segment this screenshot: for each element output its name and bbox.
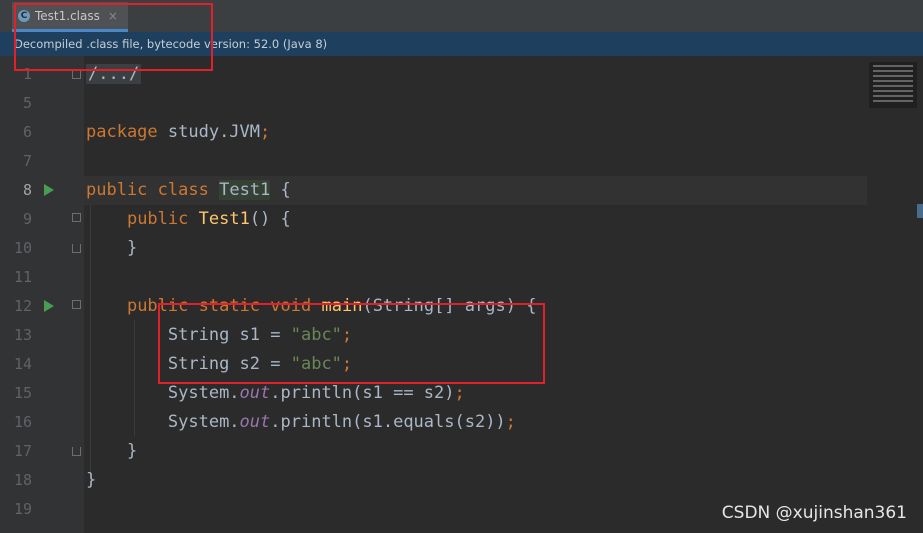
code-line-6: 6 package study.JVM; <box>0 118 923 147</box>
line-number: 17 <box>13 442 32 460</box>
line-number: 10 <box>13 239 32 257</box>
line-number: 8 <box>22 181 32 199</box>
code-line-16: 16 System.out.println(s1.equals(s2)); <box>0 408 923 437</box>
line-number: 16 <box>13 413 32 431</box>
run-main-icon[interactable] <box>44 300 54 312</box>
fold-collapse-icon[interactable] <box>72 300 81 309</box>
line-number: 18 <box>13 471 32 489</box>
fold-expand-icon[interactable] <box>72 70 81 79</box>
fold-end-icon[interactable] <box>72 447 81 456</box>
annotation-box-tab <box>14 3 213 71</box>
code-line-17: 17 } <box>0 437 923 466</box>
line-number: 7 <box>22 152 32 170</box>
line-number: 6 <box>22 123 32 141</box>
fold-collapse-icon[interactable] <box>72 213 81 222</box>
code-line-10: 10 } <box>0 234 923 263</box>
code-line-8: 8 public class Test1 { <box>0 176 923 205</box>
run-class-icon[interactable] <box>44 184 54 196</box>
code-line-11: 11 <box>0 263 923 292</box>
annotation-box-strings <box>158 303 545 384</box>
code-line-9: 9 public Test1() { <box>0 205 923 234</box>
watermark: CSDN @xujinshan361 <box>721 503 907 523</box>
code-line-18: 18 } <box>0 466 923 495</box>
line-number: 13 <box>13 326 32 344</box>
fold-end-icon[interactable] <box>72 244 81 253</box>
line-number: 9 <box>22 210 32 228</box>
code-line-5: 5 <box>0 89 923 118</box>
line-number: 14 <box>13 355 32 373</box>
line-number: 15 <box>13 384 32 402</box>
line-number: 19 <box>13 500 32 518</box>
line-number: 11 <box>13 268 32 286</box>
line-number: 5 <box>22 94 32 112</box>
line-number: 12 <box>13 297 32 315</box>
code-line-7: 7 <box>0 147 923 176</box>
